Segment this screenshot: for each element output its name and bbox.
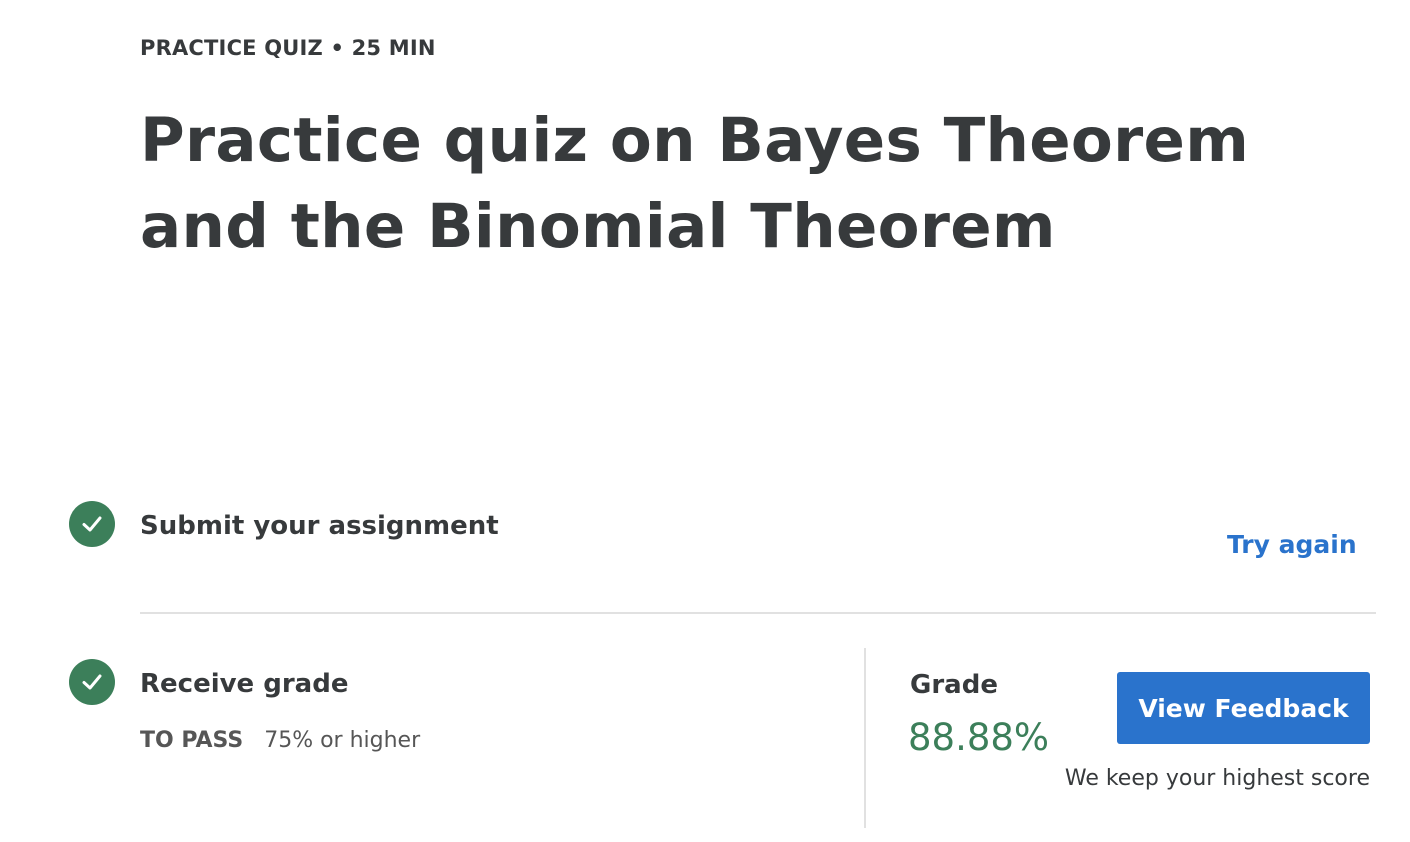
try-again-link[interactable]: Try again [1227, 530, 1357, 559]
pass-label: TO PASS [140, 728, 244, 753]
pass-requirement: TO PASS 75% or higher [140, 728, 420, 753]
submit-step-title: Submit your assignment [140, 511, 499, 541]
receive-grade-title: Receive grade [140, 669, 349, 699]
highest-score-note: We keep your highest score [1064, 766, 1370, 791]
page-title: Practice quiz on Bayes Theorem and the B… [140, 105, 1250, 262]
eyebrow-label: PRACTICE QUIZ • 25 MIN [140, 36, 436, 60]
vertical-divider [864, 648, 866, 828]
view-feedback-button[interactable]: View Feedback [1117, 672, 1370, 744]
check-circle-icon [69, 659, 115, 705]
pass-value: 75% or higher [264, 728, 421, 753]
grade-value: 88.88% [908, 716, 1050, 759]
check-circle-icon [69, 501, 115, 547]
grade-label: Grade [910, 670, 998, 700]
section-divider [140, 612, 1376, 614]
